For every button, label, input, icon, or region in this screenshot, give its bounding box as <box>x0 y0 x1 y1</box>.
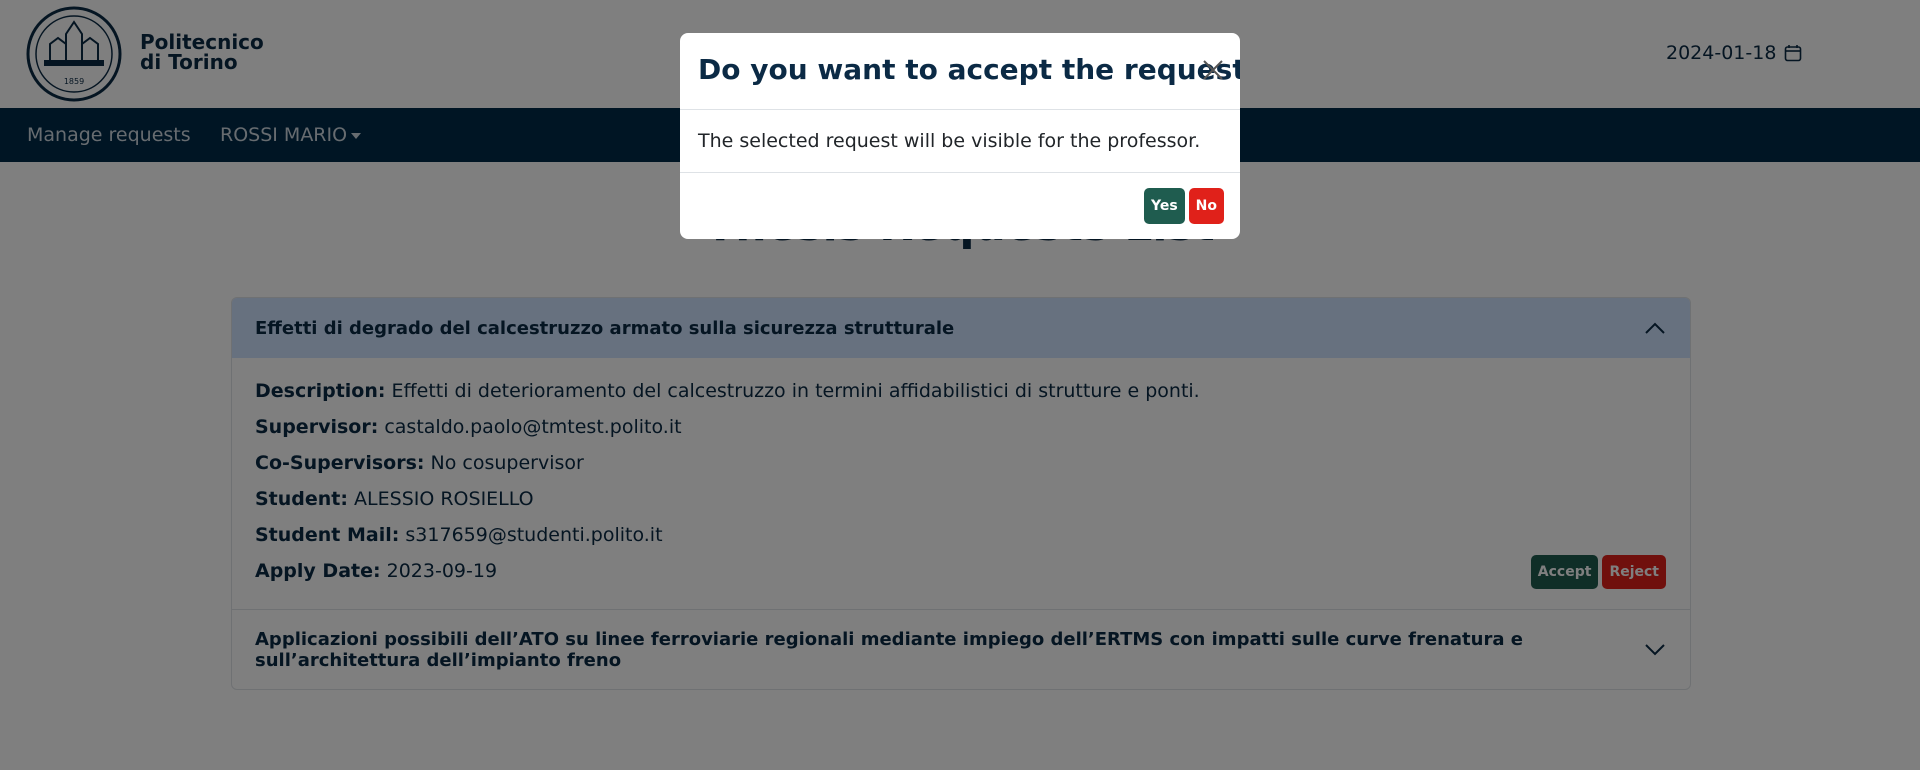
modal-header: Do you want to accept the request? <box>680 33 1240 110</box>
modal-title: Do you want to accept the request? <box>698 53 1240 86</box>
yes-button[interactable]: Yes <box>1143 188 1185 224</box>
modal-actions: Yes No <box>1143 188 1224 224</box>
no-button[interactable]: No <box>1188 188 1224 224</box>
close-icon[interactable] <box>1202 59 1224 81</box>
modal-message: The selected request will be visible for… <box>698 130 1201 152</box>
modal-footer: Yes No <box>680 173 1240 239</box>
modal-body: The selected request will be visible for… <box>680 110 1240 173</box>
confirm-accept-modal: Do you want to accept the request? The s… <box>680 33 1240 239</box>
